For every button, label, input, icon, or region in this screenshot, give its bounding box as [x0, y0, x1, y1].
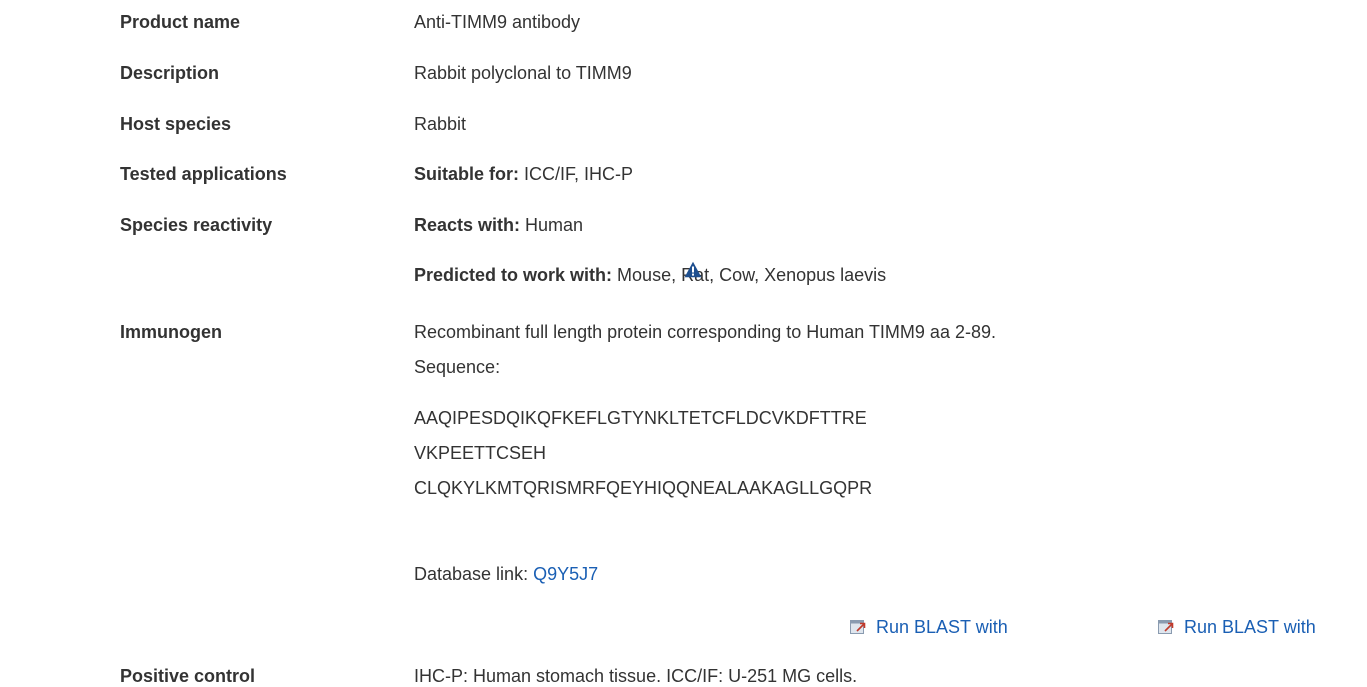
database-link-prefix: Database link: — [414, 564, 529, 584]
suitable-for-text: ICC/IF, IHC-P — [524, 164, 634, 184]
positive-control-label: Positive control — [120, 666, 256, 686]
reacts-with-prefix: Reacts with: — [414, 215, 521, 235]
database-link-row: Database link: Q9Y5J7 — [414, 563, 598, 585]
run-blast-label-1: Run BLAST with — [876, 617, 1008, 637]
predicted-text: Mouse, Rat, Cow, Xenopus laevis — [617, 265, 887, 285]
sequence-line-1: AAQIPESDQIKQFKEFLGTYNKLTETCFLDCVKDFTTRE — [414, 408, 867, 428]
positive-control-value: IHC-P: Human stomach tissue. ICC/IF: U-2… — [414, 666, 858, 686]
species-reactivity-label: Species reactivity — [120, 215, 273, 235]
reacts-with-value: Reacts with: Human — [414, 214, 583, 236]
predicted-prefix: Predicted to work with: — [414, 265, 613, 285]
description-label: Description — [120, 63, 220, 83]
host-species-label: Host species — [120, 114, 232, 134]
product-name-value: Anti-TIMM9 antibody — [414, 12, 581, 32]
suitable-for-prefix: Suitable for: — [414, 164, 520, 184]
tested-applications-label: Tested applications — [120, 164, 287, 184]
sequence-line-3: CLQKYLKMTQRISMRFQEYHIQQNEALAAKAGLLGQPR — [414, 478, 873, 498]
run-blast-link-1[interactable]: Run BLAST with — [850, 616, 1008, 638]
description-value: Rabbit polyclonal to TIMM9 — [414, 63, 632, 83]
host-species-value: Rabbit — [414, 114, 467, 134]
predicted-to-work-value: Predicted to work with: Mouse, Rat, Cow,… — [414, 264, 886, 286]
immunogen-description: Recombinant full length protein correspo… — [414, 322, 996, 342]
immunogen-label: Immunogen — [120, 322, 222, 342]
run-blast-label-2: Run BLAST with — [1184, 617, 1316, 637]
warning-triangle-icon[interactable] — [684, 261, 702, 278]
external-window-icon — [850, 620, 866, 634]
external-window-icon — [1158, 620, 1174, 634]
product-name-label: Product name — [120, 12, 241, 32]
reacts-with-text: Human — [525, 215, 584, 235]
tested-applications-value: Suitable for: ICC/IF, IHC-P — [414, 163, 633, 185]
sequence-line-2: VKPEETTCSEH — [414, 443, 547, 463]
run-blast-link-2[interactable]: Run BLAST with — [1158, 616, 1316, 638]
sequence-label: Sequence: — [414, 357, 501, 377]
database-link-q9y5j7[interactable]: Q9Y5J7 — [533, 564, 598, 584]
